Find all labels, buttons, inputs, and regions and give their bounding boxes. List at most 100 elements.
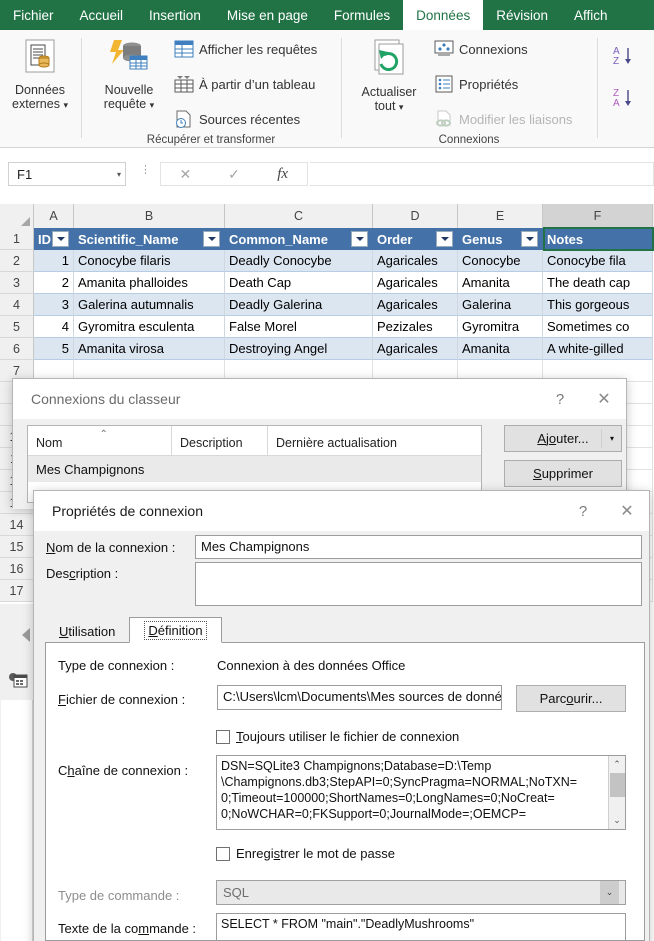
column-header-e[interactable]: E [458,204,543,228]
row-header-4[interactable]: 4 [0,294,34,316]
scroll-down-icon[interactable]: ⌄ [609,812,626,829]
cell-f5[interactable]: Sometimes co [543,316,653,338]
table-row[interactable]: 3 2 Amanita phalloides Death Cap Agarica… [0,272,654,294]
row-header-5[interactable]: 5 [0,316,34,338]
cell-f3[interactable]: The death cap [543,272,653,294]
cell-e2[interactable]: Conocybe [458,250,543,272]
filter-dropdown-order-icon[interactable] [436,231,453,247]
tab-definition[interactable]: Définition [129,617,222,643]
task-pane-collapse-icon[interactable] [22,628,30,642]
cell-e4[interactable]: Galerina [458,294,543,316]
name-box-caret-icon[interactable]: ▾ [117,170,121,179]
table-header-common-name[interactable]: Common_Name [225,228,373,250]
column-header-d[interactable]: D [373,204,458,228]
cell-e3[interactable]: Amanita [458,272,543,294]
cell-e6[interactable]: Amanita [458,338,543,360]
row-header-14[interactable]: 14 [0,514,34,536]
cell-a6[interactable]: 5 [34,338,74,360]
new-query-caret-icon[interactable]: ▾ [150,100,155,110]
row-header-16[interactable]: 16 [0,558,34,580]
save-password-checkbox[interactable]: Enregistrer le mot de passe [216,846,395,861]
external-data-button[interactable]: Données externes ▾ [6,38,74,112]
cell-d3[interactable]: Agaricales [373,272,458,294]
table-header-id[interactable]: ID [34,228,74,250]
row-header-15[interactable]: 15 [0,536,34,558]
ribbon-tab-insertion[interactable]: Insertion [136,0,214,30]
cell-b6[interactable]: Amanita virosa [74,338,225,360]
ribbon-tab-donnees[interactable]: Données [403,0,484,30]
sort-descending-button[interactable]: Z A [612,86,636,110]
table-header-genus[interactable]: Genus [458,228,543,250]
row-header-17[interactable]: 17 [0,580,34,602]
connections-column-last-refresh[interactable]: Dernière actualisation [268,426,481,455]
column-header-b[interactable]: B [74,204,225,228]
cell-b2[interactable]: Conocybe filaris [74,250,225,272]
filter-dropdown-id-icon[interactable] [52,231,69,247]
cell-c6[interactable]: Destroying Angel [225,338,373,360]
cell-c2[interactable]: Deadly Conocybe [225,250,373,272]
cell-d2[interactable]: Agaricales [373,250,458,272]
connection-name-input[interactable]: Mes Champignons [195,535,642,559]
ribbon-tab-accueil[interactable]: Accueil [67,0,137,30]
always-use-connection-file-box-icon[interactable] [216,729,230,744]
connections-column-description[interactable]: Description [172,426,268,455]
cell-a5[interactable]: 4 [34,316,74,338]
name-box[interactable]: F1 ▾ [8,162,126,186]
workbook-connections-titlebar[interactable]: Connexions du classeur ? ✕ [13,379,626,419]
from-table-button[interactable]: À partir d’un tableau [174,75,315,93]
command-text-textarea[interactable]: SELECT * FROM "main"."DeadlyMushrooms" [216,913,626,941]
connection-properties-titlebar[interactable]: Propriétés de connexion ? ✕ [34,491,649,531]
always-use-connection-file-checkbox[interactable]: Toujours utiliser le fichier de connexio… [216,729,459,744]
table-row[interactable]: 6 5 Amanita virosa Destroying Angel Agar… [0,338,654,360]
filter-dropdown-common-name-icon[interactable] [351,231,368,247]
formula-bar-handle[interactable]: ⋮ [140,165,151,176]
select-all-corner[interactable] [0,204,34,228]
connection-file-input[interactable]: C:\Users\lcm\Documents\Mes sources de do… [217,685,502,710]
sort-ascending-button[interactable]: A Z [612,44,636,68]
table-row[interactable]: 5 4 Gyromitra esculenta False Morel Pezi… [0,316,654,338]
cell-a4[interactable]: 3 [34,294,74,316]
connection-string-scrollbar[interactable]: ⌃ ⌄ [608,756,625,829]
cell-f6[interactable]: A white-gilled [543,338,653,360]
table-header-notes[interactable]: Notes [543,228,653,250]
table-header-order[interactable]: Order [373,228,458,250]
cell-b3[interactable]: Amanita phalloides [74,272,225,294]
connections-list-item[interactable]: Mes Champignons [28,456,481,482]
table-header-scientific-name[interactable]: Scientific_Name [74,228,225,250]
command-type-select[interactable]: SQL ⌄ [216,880,626,905]
cell-d6[interactable]: Agaricales [373,338,458,360]
column-header-c[interactable]: C [225,204,373,228]
cell-a3[interactable]: 2 [34,272,74,294]
row-header-6[interactable]: 6 [0,338,34,360]
connection-string-textarea[interactable]: DSN=SQLite3 Champignons;Database=D:\Temp… [216,755,626,830]
connection-properties-help-icon[interactable]: ? [561,491,605,531]
recent-sources-button[interactable]: Sources récentes [174,110,300,128]
cell-b5[interactable]: Gyromitra esculenta [74,316,225,338]
filter-dropdown-scientific-name-icon[interactable] [203,231,220,247]
cell-d5[interactable]: Pezizales [373,316,458,338]
formula-confirm-icon[interactable]: ✓ [210,166,259,183]
cell-b4[interactable]: Galerina autumnalis [74,294,225,316]
external-data-caret-icon[interactable]: ▾ [63,100,68,110]
ribbon-tab-fichier[interactable]: Fichier [0,0,67,30]
cell-a2[interactable]: 1 [34,250,74,272]
tab-utilisation[interactable]: Utilisation [45,619,129,643]
queries-pane-icon[interactable] [8,672,28,695]
properties-button[interactable]: Propriétés [434,75,518,93]
ribbon-tab-mise-en-page[interactable]: Mise en page [214,0,321,30]
workbook-connections-help-icon[interactable]: ? [538,379,582,419]
row-header-3[interactable]: 3 [0,272,34,294]
connections-button[interactable]: Connexions [434,40,528,58]
row-header-2[interactable]: 2 [0,250,34,272]
refresh-all-button[interactable]: Actualiser tout ▾ [350,38,428,114]
cell-d4[interactable]: Agaricales [373,294,458,316]
add-connection-caret-icon[interactable]: ▾ [610,434,614,443]
cell-f4[interactable]: This gorgeous [543,294,653,316]
column-header-a[interactable]: A [34,204,74,228]
description-input[interactable] [195,562,642,606]
cell-c5[interactable]: False Morel [225,316,373,338]
insert-function-icon[interactable]: fx [258,166,307,183]
cell-e5[interactable]: Gyromitra [458,316,543,338]
formula-cancel-icon[interactable]: ✕ [161,166,210,183]
workbook-connections-close-icon[interactable]: ✕ [582,379,626,419]
